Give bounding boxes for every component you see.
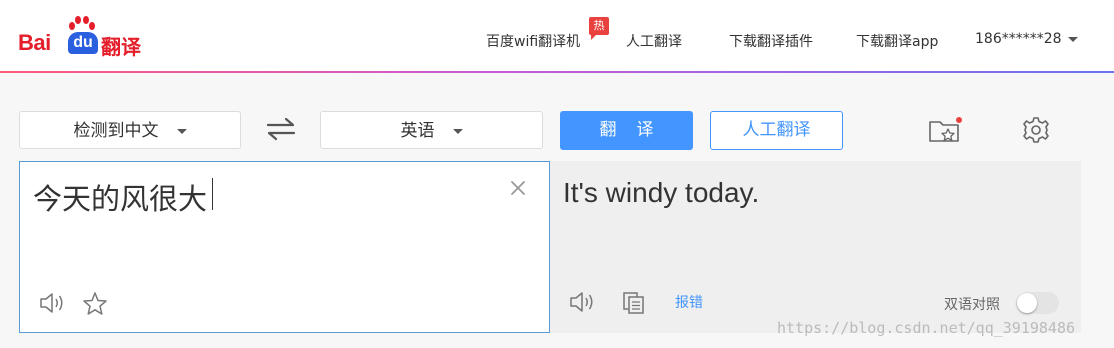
nav-wifi-translator[interactable]: 百度wifi翻译机 [486,31,580,51]
text-cursor [212,178,213,210]
target-language-label: 英语 [400,121,435,141]
nav-download-plugin[interactable]: 下载翻译插件 [729,31,813,51]
top-header: Bai du 翻译 百度wifi翻译机 热 人工翻译 下载翻译插件 下载翻译ap… [0,0,1114,71]
copy-icon[interactable] [622,291,646,315]
chevron-down-icon [452,128,463,134]
logo-du-text: du [68,32,98,54]
user-name: 186******28 [975,31,1062,47]
target-language-select[interactable]: 英语 [320,111,543,149]
bilingual-toggle[interactable] [1016,292,1059,314]
speaker-icon[interactable] [569,291,597,313]
nav-download-app[interactable]: 下载翻译app [856,31,938,51]
close-icon[interactable] [510,180,526,196]
nav-human-translation[interactable]: 人工翻译 [626,31,682,51]
bilingual-label: 双语对照 [944,297,1000,313]
logo-fanyi-text: 翻译 [101,35,141,59]
translation-result-text: It's windy today. [563,177,760,208]
chevron-down-icon [176,128,187,134]
hot-badge: 热 [589,17,609,40]
header-gradient-divider [0,71,1114,73]
logo-bai-text: Bai [18,30,51,55]
source-language-label: 检测到中文 [73,121,159,141]
toggle-knob [1017,293,1037,313]
translation-result-panel: It's windy today. 报错 双语对照 [550,161,1081,333]
swap-arrows-icon[interactable] [266,116,296,142]
gear-icon[interactable] [1022,116,1050,144]
watermark-text: https://blog.csdn.net/qq_39198486 [777,319,1076,337]
source-language-select[interactable]: 检测到中文 [19,111,241,149]
star-icon[interactable] [82,291,108,316]
source-textarea[interactable]: 今天的风很大 [33,176,207,218]
chevron-down-icon [1067,36,1078,42]
folder-star-icon[interactable] [928,116,964,144]
paw-icon [69,16,95,30]
human-translate-button[interactable]: 人工翻译 [710,111,843,150]
user-menu[interactable]: 186******28 [975,31,1078,47]
translate-button[interactable]: 翻译 [560,111,693,150]
source-text-panel[interactable]: 今天的风很大 [19,161,550,333]
speaker-icon[interactable] [39,292,67,314]
baidu-translate-logo[interactable]: Bai du 翻译 [18,14,142,59]
report-error-link[interactable]: 报错 [675,292,703,312]
